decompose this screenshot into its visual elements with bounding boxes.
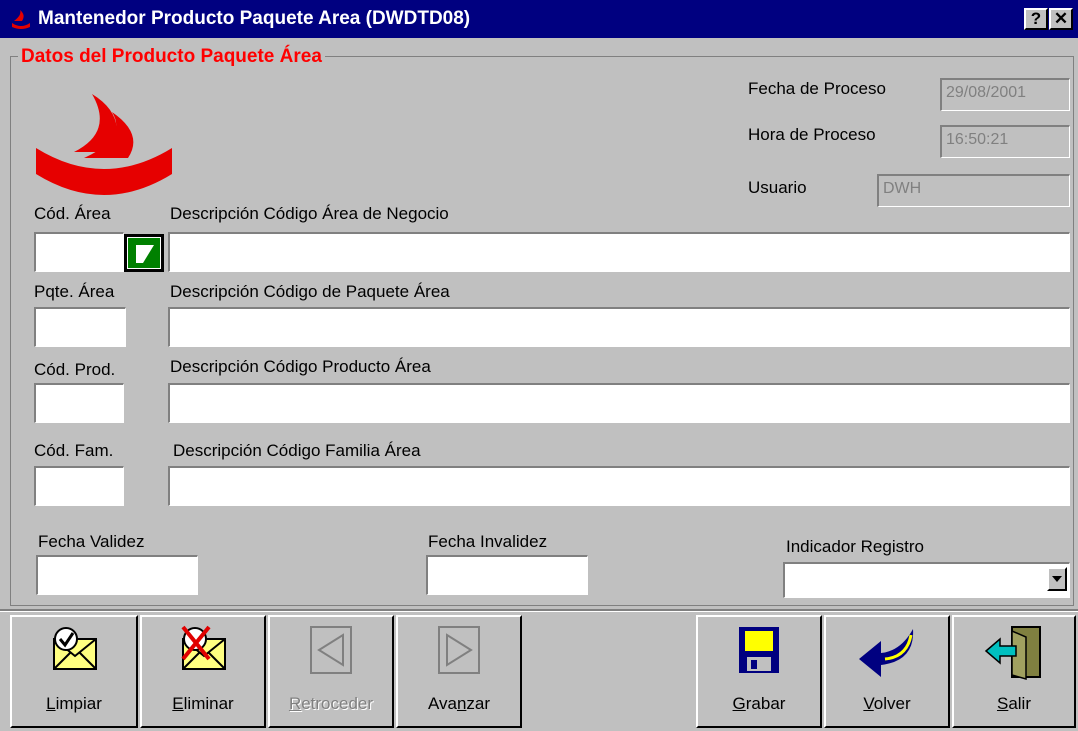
user-field: DWH: [877, 174, 1070, 207]
product-code-label: Cód. Prod.: [34, 360, 116, 379]
delete-label: Eliminar: [172, 694, 234, 713]
valid-date-input[interactable]: [36, 555, 198, 595]
help-button[interactable]: ?: [1024, 8, 1048, 30]
product-desc-label: Descripción Código Producto Área: [170, 357, 431, 376]
exit-door-icon: [984, 626, 1041, 680]
area-code-input[interactable]: [34, 232, 124, 272]
product-code-input[interactable]: [34, 383, 124, 423]
area-desc-field[interactable]: [168, 232, 1070, 272]
user-label: Usuario: [748, 178, 807, 197]
area-desc-label: Descripción Código Área de Negocio: [170, 204, 449, 223]
exit-label: Salir: [996, 694, 1031, 713]
exit-button[interactable]: Salir: [952, 615, 1076, 728]
family-code-input[interactable]: [34, 466, 124, 506]
family-code-label: Cód. Fam.: [34, 441, 114, 460]
save-label: Grabar: [732, 694, 786, 713]
forward-label: Avanzar: [427, 694, 491, 713]
package-label: Pqte. Área: [34, 282, 115, 301]
lookup-icon: [126, 236, 162, 270]
window-title: Mantenedor Producto Paquete Area (DWDTD0…: [38, 8, 471, 29]
package-desc-field[interactable]: [168, 307, 1070, 347]
lookup-button[interactable]: [124, 234, 164, 272]
family-desc-label: Descripción Código Familia Área: [173, 441, 421, 460]
invalid-date-label: Fecha Invalidez: [428, 532, 548, 551]
app-flame-icon: [12, 10, 30, 29]
process-time-label: Hora de Proceso: [748, 125, 876, 144]
delete-button[interactable]: Eliminar: [140, 615, 266, 728]
package-desc-label: Descripción Código de Paquete Área: [170, 282, 450, 301]
forward-arrow-icon: [438, 626, 480, 674]
forward-button[interactable]: Avanzar: [396, 615, 522, 728]
product-desc-field[interactable]: [168, 383, 1070, 423]
clear-label: Limpiar: [46, 694, 102, 713]
bank-logo: [36, 94, 172, 195]
return-arrow-icon: [859, 629, 914, 677]
title-bar: Mantenedor Producto Paquete Area (DWDTD0…: [0, 0, 1078, 38]
dropdown-button[interactable]: [1047, 567, 1067, 591]
package-input[interactable]: [34, 307, 126, 347]
save-disk-icon: [739, 627, 779, 673]
invalid-date-input[interactable]: [426, 555, 588, 595]
area-code-label: Cód. Área: [34, 204, 111, 223]
separator: [0, 609, 1078, 612]
close-button[interactable]: ✕: [1049, 8, 1073, 30]
back-button[interactable]: Retroceder: [268, 615, 394, 728]
delete-icon: [181, 625, 226, 670]
chevron-down-icon: [1052, 576, 1062, 582]
record-indicator-label: Indicador Registro: [786, 537, 924, 556]
process-date-field: 29/08/2001: [940, 78, 1070, 111]
return-button[interactable]: Volver: [824, 615, 950, 728]
back-arrow-icon: [310, 626, 352, 674]
record-indicator-select[interactable]: [783, 562, 1070, 598]
return-label: Volver: [863, 694, 911, 713]
clear-button[interactable]: Limpiar: [10, 615, 138, 728]
back-label: Retroceder: [288, 694, 374, 713]
process-time-field: 16:50:21: [940, 125, 1070, 158]
family-desc-field[interactable]: [168, 466, 1070, 506]
save-button[interactable]: Grabar: [696, 615, 822, 728]
valid-date-label: Fecha Validez: [38, 532, 145, 551]
clear-icon: [53, 627, 97, 670]
process-date-label: Fecha de Proceso: [748, 79, 886, 98]
group-title: Datos del Producto Paquete Área: [18, 46, 325, 68]
